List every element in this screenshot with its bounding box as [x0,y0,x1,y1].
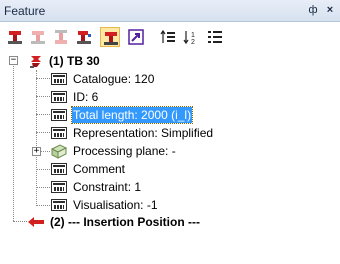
tree-node-representation[interactable]: Representation: Simplified [0,124,340,142]
svg-text:1: 1 [191,32,195,39]
pin-icon[interactable]: ф [306,3,320,18]
tree-node-label-selected: Total length: 2000 (i_l) [70,106,194,124]
property-icon [51,181,67,193]
tree-node-constraint[interactable]: Constraint: 1 [0,178,340,196]
property-icon [51,109,67,121]
tree-node-label: ID: 6 [73,90,99,104]
property-icon [51,127,67,139]
beam-faded-up-icon [55,30,67,44]
tree-node-label: Processing plane: - [73,144,176,158]
beam-faded-down-button[interactable] [28,27,48,47]
tree-node-insertion-position[interactable]: (2) --- Insertion Position --- [0,213,340,231]
tree-node-root[interactable]: − (1) TB 30 [0,52,340,70]
sort-down-button[interactable]: 1 2 [181,27,201,47]
panel-titlebar: Feature ф × [0,0,340,22]
property-icon [51,73,67,85]
tree-node-label: Comment [73,162,126,176]
beam-insert-active-icon [104,32,118,45]
tree-node-label: Constraint: 1 [73,180,142,194]
close-icon[interactable]: × [323,3,337,18]
feature-tree: − (1) TB 30 Catalogue: 120 ID: 6 Total l… [0,52,340,264]
jump-arrow-button[interactable] [126,27,146,47]
collapse-toggle[interactable]: − [9,56,18,65]
root-node-label: (1) TB 30 [49,54,100,68]
list-view-button[interactable] [205,27,225,47]
feature-toolbar: 1 2 [0,22,340,52]
tree-node-label: Visualisation: -1 [73,198,158,212]
beam-faded-down-icon [31,31,45,44]
beam-red-down-button[interactable] [5,27,25,47]
tree-node-processing-plane[interactable]: + Processing plane: - [0,142,340,160]
beam-feature-icon [30,56,41,68]
tree-node-total-length[interactable]: Total length: 2000 (i_l) [0,106,340,124]
tree-node-comment[interactable]: Comment [0,160,340,178]
tree-node-id[interactable]: ID: 6 [0,88,340,106]
insertion-position-label: (2) --- Insertion Position --- [50,215,200,229]
tree-node-label: Catalogue: 120 [73,72,155,86]
beam-red-insert-button[interactable] [74,27,94,47]
sort-down-icon: 1 2 [183,31,195,45]
panel-title: Feature [4,4,46,18]
feature-panel: Feature ф × 1 2 − (1) TB 30 Catalogue: 1… [0,0,340,264]
list-view-icon [208,31,222,43]
sort-up-button[interactable] [158,27,178,47]
tree-node-label: Representation: Simplified [73,126,214,140]
tree-node-catalogue[interactable]: Catalogue: 120 [0,70,340,88]
insertion-arrow-icon [28,217,44,227]
beam-red-down-icon [8,31,22,44]
beam-insert-active-button[interactable] [100,27,120,47]
property-icon [51,199,67,211]
beam-faded-up-button[interactable] [51,27,71,47]
tree-node-visualisation[interactable]: Visualisation: -1 [0,196,340,214]
expand-toggle[interactable]: + [32,147,41,156]
svg-text:2: 2 [191,39,195,45]
property-icon [51,91,67,103]
property-icon [51,163,67,175]
jump-arrow-icon [128,29,144,45]
sort-up-icon [160,29,175,43]
processing-plane-icon [50,144,68,159]
beam-red-insert-icon [77,31,91,44]
